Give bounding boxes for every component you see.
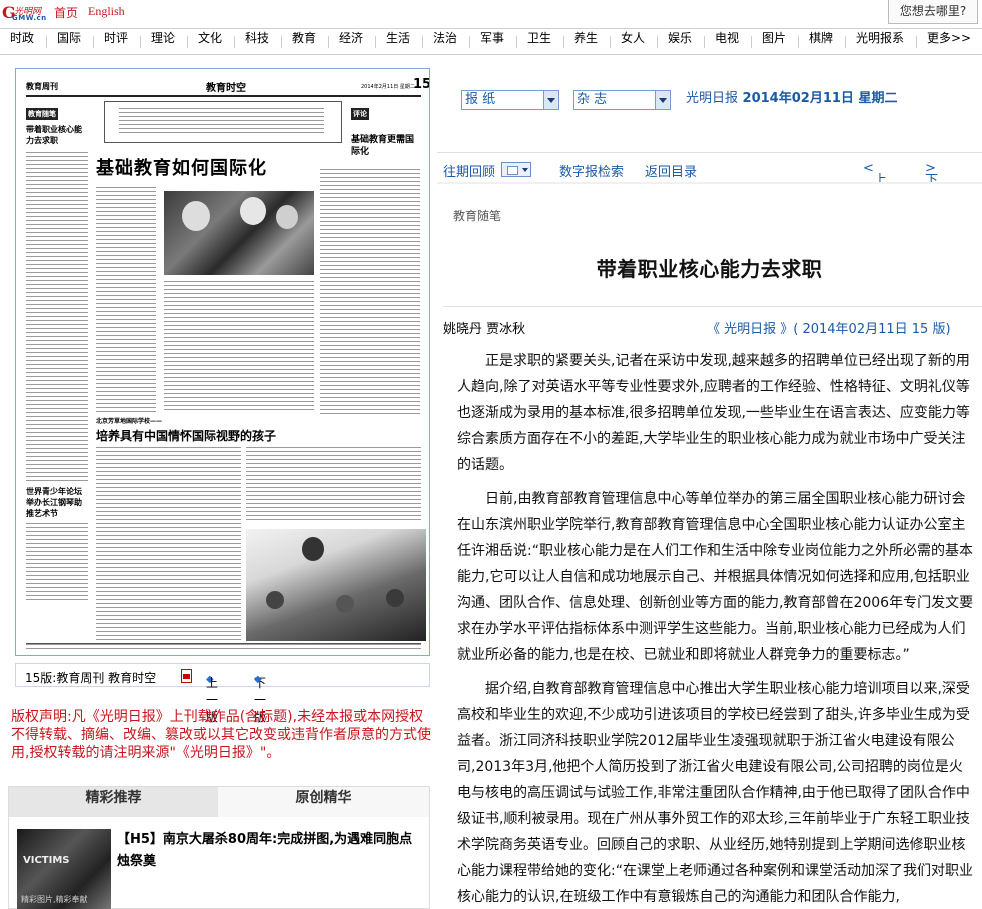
chevron-down-icon — [655, 91, 670, 109]
pdf-icon[interactable] — [181, 669, 192, 683]
top-bar: G 光明网 GMW.cn 首页 English 您想去哪里? — [0, 0, 982, 28]
article-authors: 姚晓丹 贾冰秋 — [443, 322, 526, 337]
paper-name: 光明日报 — [686, 91, 739, 106]
nav-item[interactable]: 经济 — [339, 29, 363, 54]
nav-item[interactable]: 光明报系 — [856, 29, 904, 54]
paper-photo-children — [164, 191, 314, 275]
nav-item[interactable]: 棋牌 — [809, 29, 833, 54]
tab-original[interactable]: 原创精华 — [218, 787, 429, 817]
issue-date-bar: 光明日报 2014年02月11日 星期二 — [686, 90, 897, 108]
nav-item[interactable]: 科技 — [245, 29, 269, 54]
back-issues-link[interactable]: 往期回顾 — [443, 161, 495, 180]
thumbnail-caption: 精彩图片,精彩奉献 — [21, 895, 88, 904]
nav-item[interactable]: 时政 — [10, 29, 34, 54]
prev-issue-link[interactable]: < 上一期 — [863, 161, 887, 226]
article-title: 带着职业核心能力去求职 — [596, 257, 823, 281]
paper-header-date: 2014年2月11日 星期二 — [361, 84, 415, 90]
paper-text-block — [320, 169, 420, 414]
paper-header: 教育周刊 教育时空 2014年2月11日 星期二 15 — [26, 77, 429, 97]
nav-item[interactable]: 理论 — [151, 29, 175, 54]
paper-text-block — [119, 108, 324, 136]
next-issue-link[interactable]: 下一期 > — [925, 161, 938, 226]
calendar-icon[interactable] — [501, 162, 531, 177]
paper-left-column[interactable]: 教育随笔 带着职业核心能力去求职 世界青少年论坛举办长江钢琴助推艺术节 — [26, 101, 88, 603]
nav-item[interactable]: 电视 — [715, 29, 739, 54]
site-search-button[interactable]: 您想去哪里? — [888, 0, 978, 24]
page-nav-bar: 15版:教育周刊 教育时空 ◆ 上一版 下一版 ◆ — [15, 663, 430, 724]
site-logo[interactable]: G 光明网 GMW.cn — [2, 3, 46, 23]
nav-item-more[interactable]: 更多>> — [927, 29, 971, 54]
issue-date: 2014年02月11日 — [742, 91, 854, 106]
newspaper-page-image[interactable]: 教育周刊 教育时空 2014年2月11日 星期二 15 教育随笔 带着职业核心能… — [15, 68, 430, 656]
issue-weekday: 星期二 — [858, 91, 898, 106]
paper-header-left: 教育周刊 — [26, 82, 58, 91]
nav-item[interactable]: 卫生 — [527, 29, 551, 54]
paper-photo-classroom — [246, 529, 426, 641]
nav-item[interactable]: 国际 — [57, 29, 81, 54]
magazine-select-value: 杂 志 — [577, 92, 608, 107]
nav-item[interactable]: 时评 — [104, 29, 128, 54]
recommend-thumbnail[interactable]: VICTIMS 精彩图片,精彩奉献 — [17, 829, 111, 909]
paper-select-value: 报 纸 — [465, 92, 496, 107]
nav-item[interactable]: 养生 — [574, 29, 598, 54]
copyright-notice: 版权声明:凡《光明日报》上刊载作品(含标题),未经本报或本网授权不得转载、摘编、… — [11, 709, 431, 761]
paper-left-label: 教育随笔 — [26, 108, 58, 120]
recommend-headline[interactable]: 【H5】南京大屠杀80周年:完成拼图,为遇难同胞点烛祭奠 — [117, 829, 425, 873]
paper-text-block — [96, 447, 241, 642]
paper-text-block — [164, 281, 314, 411]
paper-right-label: 评论 — [351, 108, 369, 120]
paper-text-block — [26, 523, 88, 603]
paper-sub-title[interactable]: 培养具有中国情怀国际视野的孩子 — [96, 427, 276, 444]
nav-item[interactable]: 娱乐 — [668, 29, 692, 54]
paper-text-block — [246, 447, 421, 523]
nav-item[interactable]: 图片 — [762, 29, 786, 54]
paper-header-center: 教育时空 — [206, 83, 246, 94]
nav-item[interactable]: 女人 — [621, 29, 645, 54]
paper-footer — [26, 643, 421, 649]
nav-item[interactable]: 文化 — [198, 29, 222, 54]
paper-text-block — [96, 187, 156, 412]
article-paragraph: 据介绍,自教育部教育管理信息中心推出大学生职业核心能力培训项目以来,深受高校和毕… — [457, 681, 973, 905]
logo-sub: GMW.cn — [12, 14, 47, 22]
recommend-box: 精彩推荐 原创精华 VICTIMS 精彩图片,精彩奉献 【H5】南京大屠杀80周… — [8, 786, 430, 909]
tab-featured[interactable]: 精彩推荐 — [9, 787, 218, 817]
paper-commentary[interactable]: 评论 基础教育更需国际化 — [351, 101, 421, 161]
edition-label[interactable]: 15版:教育周刊 教育时空 — [25, 669, 156, 686]
nav-item[interactable]: 法治 — [433, 29, 457, 54]
paper-select[interactable]: 报 纸 — [461, 90, 559, 110]
paper-left-title: 带着职业核心能力去求职 — [26, 125, 82, 145]
home-link[interactable]: 首页 — [54, 4, 78, 21]
divider — [443, 306, 982, 307]
english-link[interactable]: English — [88, 4, 125, 19]
paper-main-title[interactable]: 基础教育如何国际化 — [96, 154, 267, 180]
nav-item[interactable]: 生活 — [386, 29, 410, 54]
article-body: 正是求职的紧要关头,记者在采访中发现,越来越多的招聘单位已经出现了新的用人趋向,… — [457, 348, 976, 909]
issue-toolbar: 往期回顾 数字报检索 返回目录 < 上一期 下一期 > — [437, 152, 982, 226]
chevron-down-icon — [543, 91, 558, 109]
paper-right-title: 基础教育更需国际化 — [351, 135, 415, 157]
paper-page-number: 15 — [413, 77, 430, 92]
article-column: 教育随笔 — [453, 209, 502, 223]
article-source: 《 光明日报 》( 2014年02月11日 15 版) — [707, 322, 951, 337]
nav-item[interactable]: 军事 — [480, 29, 504, 54]
paper-top-box — [104, 101, 342, 143]
nav-item[interactable]: 教育 — [292, 29, 316, 54]
thumbnail-text: VICTIMS — [23, 855, 70, 866]
article-paragraph: 正是求职的紧要关头,记者在采访中发现,越来越多的招聘单位已经出现了新的用人趋向,… — [457, 353, 970, 473]
main-nav: 时政 国际 时评 理论 文化 科技 教育 经济 生活 法治 军事 卫生 养生 女… — [0, 28, 982, 55]
digital-search-link[interactable]: 数字报检索 — [559, 161, 624, 180]
article-paragraph: 日前,由教育部教育管理信息中心等单位举办的第三届全国职业核心能力研讨会在山东滨州… — [457, 491, 974, 663]
paper-left-bottom-title: 世界青少年论坛举办长江钢琴助推艺术节 — [26, 487, 82, 518]
paper-sub-kicker: 北京芳草地国际学校—— — [96, 418, 163, 425]
return-toc-link[interactable]: 返回目录 — [645, 161, 697, 180]
magazine-select[interactable]: 杂 志 — [573, 90, 671, 110]
paper-text-block — [26, 152, 88, 482]
